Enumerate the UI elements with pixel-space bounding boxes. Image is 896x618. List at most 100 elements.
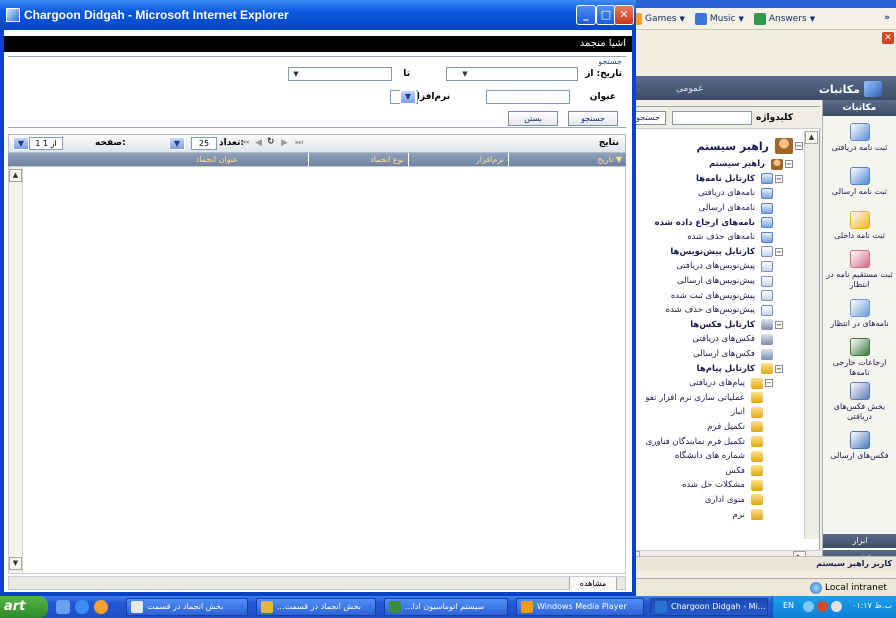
tree-node[interactable]: شماره های دانشگاه (627, 449, 805, 464)
tree-node[interactable]: − راهبر سیستم (627, 135, 805, 157)
collapse-icon[interactable]: − (775, 364, 783, 373)
pager-prev-icon[interactable]: ◀ (255, 138, 262, 148)
column-freeze-title[interactable]: عنوان انجماد (8, 153, 308, 166)
tree-node[interactable]: عملیاتی سازی نرم افزار تفو (627, 391, 805, 406)
nav-item[interactable]: ثبت مستقیم نامه در انتظار (823, 248, 896, 292)
received-fax-icon (849, 382, 870, 400)
nav-item[interactable]: ثبت نامه ارسالی (823, 160, 896, 204)
tree-node[interactable]: فکس‌های ارسالی (627, 347, 805, 362)
status-bar: Local intranet (620, 578, 896, 596)
count-dropdown-icon[interactable]: ▼ (169, 137, 185, 150)
collapse-icon[interactable]: − (765, 379, 773, 388)
collapse-icon[interactable]: − (775, 174, 783, 183)
nav-item[interactable]: نامه‌های در انتظار (823, 292, 896, 336)
search-button[interactable]: جستجو (568, 111, 618, 126)
collapse-icon[interactable]: − (795, 142, 803, 150)
scroll-up-icon[interactable]: ▲ (805, 131, 818, 144)
column-software[interactable]: نرم‌افزار (408, 153, 508, 166)
nav-item[interactable]: ثبت نامه دریافتی (823, 116, 896, 160)
tree-node[interactable]: − کارتابل نامه‌ها (627, 172, 805, 187)
column-date[interactable]: تاریخ ▼ (508, 153, 626, 166)
nav-item[interactable]: بخش فکس‌های دریافتی (823, 380, 896, 424)
tree-node[interactable]: پیش‌نویس‌های ثبت شده (627, 288, 805, 303)
tree-node[interactable]: پیش‌نویس‌های ارسالی (627, 274, 805, 289)
start-button[interactable]: art (0, 596, 48, 618)
nav-item[interactable]: ثبت نامه داخلی (823, 204, 896, 248)
column-freeze-type[interactable]: نوع انجماد (308, 153, 408, 166)
taskbar-button[interactable]: Windows Media Player (516, 598, 644, 616)
toolbar-more-button[interactable]: » (884, 13, 890, 23)
mail-icon (761, 187, 773, 199)
scroll-up-icon[interactable]: ▲ (9, 169, 22, 182)
page-select[interactable]: 1 از 1 (29, 137, 63, 150)
tree-node[interactable]: انبار (627, 405, 805, 420)
nav-item-label: بخش فکس‌های دریافتی (833, 402, 886, 421)
date-to-dropdown-icon[interactable]: ▼ (291, 68, 301, 80)
correspondence-nav: مکاتبات ثبت نامه دریافتی ثبت نامه ارسالی ث… (822, 100, 896, 570)
popup-titlebar[interactable]: Chargoon Didgah - Microsoft Internet Exp… (0, 0, 636, 30)
date-from-dropdown-icon[interactable]: ▼ (460, 68, 470, 80)
grid-vertical-scrollbar[interactable]: ▲ ▼ (9, 167, 23, 573)
tree-node[interactable]: نامه‌های ارجاع داده شده (627, 215, 805, 230)
view-button[interactable]: مشاهده (569, 577, 617, 590)
pager-first-icon[interactable]: ⏭ (295, 138, 303, 148)
page-dropdown-icon[interactable]: ▼ (13, 137, 29, 150)
close-button[interactable]: ✕ (614, 5, 634, 25)
browser-icon[interactable] (75, 600, 89, 614)
tree-node[interactable]: منوی اداری (627, 493, 805, 508)
tree-node[interactable]: فکس (627, 463, 805, 478)
taskbar-button[interactable]: Chargoon Didgah - Mi... (650, 598, 768, 616)
nav-item[interactable]: فکس‌های ارسالی (823, 424, 896, 468)
language-indicator[interactable]: EN (783, 601, 794, 610)
taskbar-button-label: Chargoon Didgah - Mi... (671, 602, 766, 611)
tree-node[interactable]: پیش‌نویس‌های دریافتی (627, 259, 805, 274)
tree-node[interactable]: − راهبر سیستم (627, 157, 805, 172)
tree-node[interactable]: مشکلات حل شده (627, 478, 805, 493)
tree-vertical-scrollbar[interactable]: ▲ (804, 131, 819, 539)
media-icon[interactable] (94, 600, 108, 614)
tree-node[interactable]: − کارتابل فکس‌ها (627, 318, 805, 333)
collapse-icon[interactable]: − (775, 320, 783, 329)
security-icon[interactable] (817, 601, 828, 612)
tree-node[interactable]: پیش‌نویس‌های حذف شده (627, 303, 805, 318)
software-dropdown-icon[interactable]: ▼ (400, 90, 416, 104)
keyword-input[interactable] (672, 110, 752, 125)
minimize-button[interactable]: _ (576, 5, 596, 25)
close-search-button[interactable]: بستن (508, 111, 558, 126)
tree-node[interactable]: − پیام‌های دریافتی (627, 376, 805, 391)
pager-next-icon[interactable]: ▶ (281, 138, 288, 148)
toolbar-games-link[interactable]: Games ▼ (630, 12, 685, 25)
tree-node[interactable]: تکمیل فرم نمایندگان فناوری (627, 434, 805, 449)
tree-node[interactable]: − کارتابل پیام‌ها (627, 361, 805, 376)
title-input[interactable] (486, 90, 570, 104)
root-icon (775, 138, 793, 154)
tree-node[interactable]: نامه‌های حذف شده (627, 230, 805, 245)
refresh-icon[interactable]: ↻ (267, 137, 275, 147)
tree-node[interactable]: تکمیل فرم (627, 420, 805, 435)
close-icon[interactable]: ✕ (882, 32, 894, 44)
pager-last-icon[interactable]: ⏮ (241, 138, 249, 148)
collapse-icon[interactable]: − (775, 247, 783, 256)
date-to-input[interactable] (288, 67, 392, 81)
nav-tools[interactable]: ابزار (823, 534, 896, 548)
taskbar-button[interactable]: ...سیستم اتوماسیون ادا (384, 598, 508, 616)
collapse-icon[interactable]: − (785, 160, 793, 169)
taskbar-button[interactable]: بخش انجماد در قسمت (126, 598, 248, 616)
tree-node[interactable]: نامه‌های ارسالی (627, 201, 805, 216)
tree-node[interactable]: نرم (627, 507, 805, 522)
nav-item[interactable]: ارجاعات خارجی نامه‌ها (823, 336, 896, 380)
count-select[interactable]: 25 (191, 137, 217, 150)
scroll-down-icon[interactable]: ▼ (9, 557, 22, 570)
tree-node[interactable]: فکس‌های دریافتی (627, 332, 805, 347)
volume-icon[interactable] (831, 601, 842, 612)
desktop-icon[interactable] (56, 600, 70, 614)
tree-node-label: پیش‌نویس‌های دریافتی (676, 261, 755, 272)
tree-node[interactable]: نامه‌های دریافتی (627, 186, 805, 201)
network-icon[interactable] (803, 601, 814, 612)
taskbar-button[interactable]: ...بخش انجماد در قسمت (256, 598, 376, 616)
header-tab-general[interactable]: عمومی (676, 84, 704, 94)
maximize-button[interactable]: □ (596, 5, 616, 25)
toolbar-answers-link[interactable]: Answers ▼ (753, 12, 815, 25)
tree-node[interactable]: − کارتابل پیش‌نویس‌ها (627, 245, 805, 260)
toolbar-music-link[interactable]: Music ▼ (694, 12, 744, 25)
